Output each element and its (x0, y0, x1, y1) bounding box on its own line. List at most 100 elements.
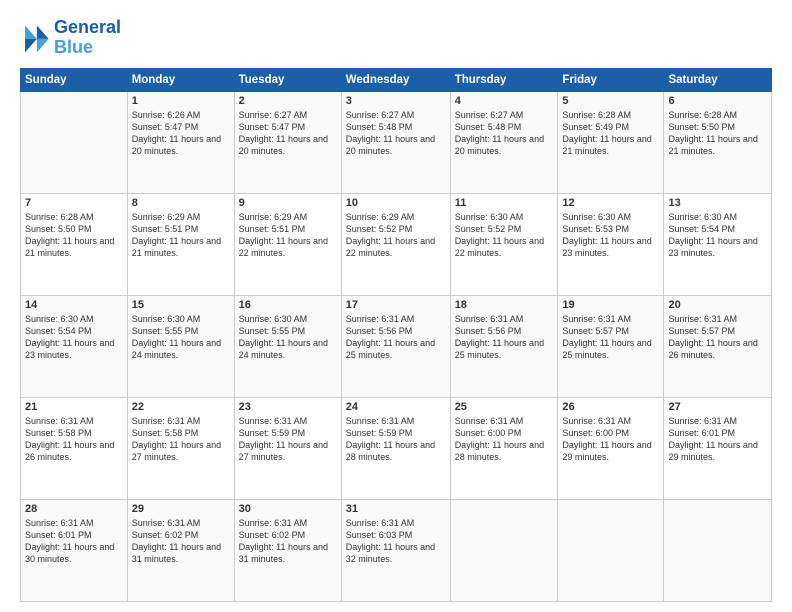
day-cell: 1 Sunrise: 6:26 AMSunset: 5:47 PMDayligh… (127, 91, 234, 193)
day-number: 21 (25, 401, 123, 413)
day-cell: 15 Sunrise: 6:30 AMSunset: 5:55 PMDaylig… (127, 295, 234, 397)
day-number: 18 (455, 299, 554, 311)
day-info: Sunrise: 6:31 AMSunset: 5:57 PMDaylight:… (668, 313, 767, 362)
day-info: Sunrise: 6:29 AMSunset: 5:51 PMDaylight:… (132, 211, 230, 260)
day-info: Sunrise: 6:31 AMSunset: 6:01 PMDaylight:… (25, 517, 123, 566)
day-number: 22 (132, 401, 230, 413)
day-info: Sunrise: 6:27 AMSunset: 5:48 PMDaylight:… (346, 109, 446, 158)
header: General Blue (20, 18, 772, 58)
day-info: Sunrise: 6:30 AMSunset: 5:54 PMDaylight:… (668, 211, 767, 260)
day-cell: 26 Sunrise: 6:31 AMSunset: 6:00 PMDaylig… (558, 397, 664, 499)
day-info: Sunrise: 6:28 AMSunset: 5:50 PMDaylight:… (668, 109, 767, 158)
day-cell: 9 Sunrise: 6:29 AMSunset: 5:51 PMDayligh… (234, 193, 341, 295)
logo: General Blue (20, 18, 121, 58)
day-number: 28 (25, 503, 123, 515)
day-info: Sunrise: 6:31 AMSunset: 5:58 PMDaylight:… (132, 415, 230, 464)
day-cell: 28 Sunrise: 6:31 AMSunset: 6:01 PMDaylig… (21, 499, 128, 601)
day-cell: 17 Sunrise: 6:31 AMSunset: 5:56 PMDaylig… (341, 295, 450, 397)
day-info: Sunrise: 6:26 AMSunset: 5:47 PMDaylight:… (132, 109, 230, 158)
day-info: Sunrise: 6:30 AMSunset: 5:55 PMDaylight:… (239, 313, 337, 362)
day-info: Sunrise: 6:28 AMSunset: 5:49 PMDaylight:… (562, 109, 659, 158)
day-number: 10 (346, 197, 446, 209)
day-info: Sunrise: 6:28 AMSunset: 5:50 PMDaylight:… (25, 211, 123, 260)
day-info: Sunrise: 6:31 AMSunset: 6:01 PMDaylight:… (668, 415, 767, 464)
day-number: 9 (239, 197, 337, 209)
header-cell-tuesday: Tuesday (234, 68, 341, 91)
calendar-body: 1 Sunrise: 6:26 AMSunset: 5:47 PMDayligh… (21, 91, 772, 601)
week-row-3: 14 Sunrise: 6:30 AMSunset: 5:54 PMDaylig… (21, 295, 772, 397)
day-info: Sunrise: 6:31 AMSunset: 6:03 PMDaylight:… (346, 517, 446, 566)
day-number: 29 (132, 503, 230, 515)
day-number: 4 (455, 95, 554, 107)
logo-icon (20, 22, 52, 54)
day-cell: 21 Sunrise: 6:31 AMSunset: 5:58 PMDaylig… (21, 397, 128, 499)
day-number: 13 (668, 197, 767, 209)
day-cell (21, 91, 128, 193)
day-cell: 6 Sunrise: 6:28 AMSunset: 5:50 PMDayligh… (664, 91, 772, 193)
day-number: 7 (25, 197, 123, 209)
day-info: Sunrise: 6:30 AMSunset: 5:55 PMDaylight:… (132, 313, 230, 362)
day-number: 19 (562, 299, 659, 311)
header-cell-sunday: Sunday (21, 68, 128, 91)
day-info: Sunrise: 6:31 AMSunset: 5:56 PMDaylight:… (346, 313, 446, 362)
calendar-table: SundayMondayTuesdayWednesdayThursdayFrid… (20, 68, 772, 602)
week-row-5: 28 Sunrise: 6:31 AMSunset: 6:01 PMDaylig… (21, 499, 772, 601)
day-cell (450, 499, 558, 601)
day-info: Sunrise: 6:29 AMSunset: 5:51 PMDaylight:… (239, 211, 337, 260)
day-cell: 27 Sunrise: 6:31 AMSunset: 6:01 PMDaylig… (664, 397, 772, 499)
calendar-header: SundayMondayTuesdayWednesdayThursdayFrid… (21, 68, 772, 91)
day-cell: 13 Sunrise: 6:30 AMSunset: 5:54 PMDaylig… (664, 193, 772, 295)
day-number: 24 (346, 401, 446, 413)
logo-text-blue: Blue (54, 38, 121, 58)
day-info: Sunrise: 6:31 AMSunset: 5:57 PMDaylight:… (562, 313, 659, 362)
day-info: Sunrise: 6:29 AMSunset: 5:52 PMDaylight:… (346, 211, 446, 260)
day-cell: 2 Sunrise: 6:27 AMSunset: 5:47 PMDayligh… (234, 91, 341, 193)
day-number: 3 (346, 95, 446, 107)
day-number: 27 (668, 401, 767, 413)
day-number: 8 (132, 197, 230, 209)
day-info: Sunrise: 6:31 AMSunset: 6:00 PMDaylight:… (562, 415, 659, 464)
day-cell: 30 Sunrise: 6:31 AMSunset: 6:02 PMDaylig… (234, 499, 341, 601)
day-number: 15 (132, 299, 230, 311)
day-info: Sunrise: 6:31 AMSunset: 6:02 PMDaylight:… (132, 517, 230, 566)
logo-text-general: General (54, 18, 121, 38)
day-cell: 24 Sunrise: 6:31 AMSunset: 5:59 PMDaylig… (341, 397, 450, 499)
day-number: 14 (25, 299, 123, 311)
day-info: Sunrise: 6:31 AMSunset: 5:56 PMDaylight:… (455, 313, 554, 362)
day-cell: 7 Sunrise: 6:28 AMSunset: 5:50 PMDayligh… (21, 193, 128, 295)
day-info: Sunrise: 6:30 AMSunset: 5:52 PMDaylight:… (455, 211, 554, 260)
day-cell: 16 Sunrise: 6:30 AMSunset: 5:55 PMDaylig… (234, 295, 341, 397)
day-info: Sunrise: 6:30 AMSunset: 5:54 PMDaylight:… (25, 313, 123, 362)
day-number: 1 (132, 95, 230, 107)
day-number: 26 (562, 401, 659, 413)
day-number: 25 (455, 401, 554, 413)
header-row: SundayMondayTuesdayWednesdayThursdayFrid… (21, 68, 772, 91)
day-info: Sunrise: 6:31 AMSunset: 5:59 PMDaylight:… (239, 415, 337, 464)
day-info: Sunrise: 6:31 AMSunset: 6:00 PMDaylight:… (455, 415, 554, 464)
header-cell-saturday: Saturday (664, 68, 772, 91)
day-cell: 10 Sunrise: 6:29 AMSunset: 5:52 PMDaylig… (341, 193, 450, 295)
day-number: 2 (239, 95, 337, 107)
day-number: 12 (562, 197, 659, 209)
week-row-1: 1 Sunrise: 6:26 AMSunset: 5:47 PMDayligh… (21, 91, 772, 193)
day-info: Sunrise: 6:27 AMSunset: 5:47 PMDaylight:… (239, 109, 337, 158)
header-cell-friday: Friday (558, 68, 664, 91)
day-info: Sunrise: 6:30 AMSunset: 5:53 PMDaylight:… (562, 211, 659, 260)
day-cell: 25 Sunrise: 6:31 AMSunset: 6:00 PMDaylig… (450, 397, 558, 499)
day-number: 17 (346, 299, 446, 311)
day-cell: 14 Sunrise: 6:30 AMSunset: 5:54 PMDaylig… (21, 295, 128, 397)
day-cell: 22 Sunrise: 6:31 AMSunset: 5:58 PMDaylig… (127, 397, 234, 499)
day-number: 20 (668, 299, 767, 311)
day-info: Sunrise: 6:31 AMSunset: 6:02 PMDaylight:… (239, 517, 337, 566)
page: General Blue SundayMondayTuesdayWednesda… (0, 0, 792, 612)
day-info: Sunrise: 6:31 AMSunset: 5:58 PMDaylight:… (25, 415, 123, 464)
week-row-4: 21 Sunrise: 6:31 AMSunset: 5:58 PMDaylig… (21, 397, 772, 499)
day-cell (664, 499, 772, 601)
day-cell: 29 Sunrise: 6:31 AMSunset: 6:02 PMDaylig… (127, 499, 234, 601)
day-cell: 5 Sunrise: 6:28 AMSunset: 5:49 PMDayligh… (558, 91, 664, 193)
day-cell (558, 499, 664, 601)
header-cell-thursday: Thursday (450, 68, 558, 91)
day-cell: 4 Sunrise: 6:27 AMSunset: 5:48 PMDayligh… (450, 91, 558, 193)
day-number: 16 (239, 299, 337, 311)
day-number: 11 (455, 197, 554, 209)
